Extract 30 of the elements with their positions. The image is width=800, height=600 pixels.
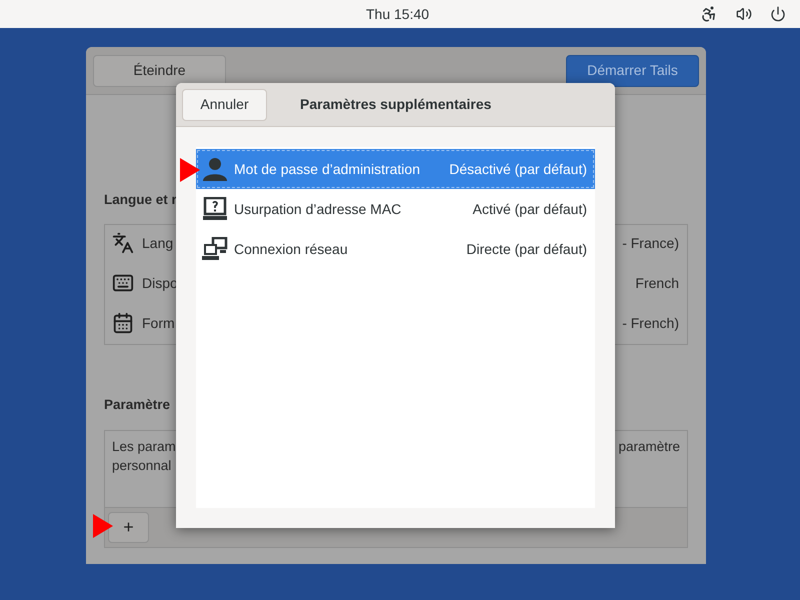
pointer-arrow-icon bbox=[93, 514, 113, 538]
description-text: personnal bbox=[112, 456, 172, 474]
pointer-arrow-icon bbox=[180, 158, 200, 182]
accessibility-icon[interactable] bbox=[700, 5, 718, 23]
shutdown-button[interactable]: Éteindre bbox=[93, 54, 226, 86]
network-computers-icon bbox=[202, 237, 228, 261]
add-button[interactable]: + bbox=[108, 512, 149, 542]
cancel-button[interactable]: Annuler bbox=[182, 88, 267, 120]
section-title: Paramètre bbox=[104, 396, 172, 414]
power-icon[interactable] bbox=[770, 6, 786, 22]
volume-icon[interactable] bbox=[736, 6, 752, 22]
keyboard-icon bbox=[112, 272, 134, 294]
clock[interactable]: Thu 15:40 bbox=[366, 4, 430, 24]
calendar-icon bbox=[112, 312, 134, 334]
setting-value: - French) bbox=[622, 314, 679, 333]
setting-label: Dispo bbox=[142, 274, 178, 293]
section-title: Langue et r bbox=[104, 191, 176, 209]
setting-label: Lang bbox=[142, 234, 174, 253]
setting-row[interactable]: Mot de passe d’administration Désactivé (par défaut) bbox=[196, 149, 595, 189]
setting-row[interactable]: Connexion réseau Directe (par défaut) bbox=[196, 229, 595, 269]
person-icon bbox=[202, 157, 228, 181]
language-icon bbox=[112, 232, 134, 254]
description-text: Les param bbox=[112, 438, 176, 456]
setting-label: Form bbox=[142, 314, 175, 333]
dialog-title: Paramètres supplémentaires bbox=[300, 95, 492, 114]
setting-row[interactable]: Usurpation d’adresse MAC Activé (par défaut) bbox=[196, 189, 595, 229]
setting-value: - France) bbox=[622, 234, 679, 253]
description-text: paramètre bbox=[618, 438, 680, 456]
laptop-question-icon bbox=[202, 197, 228, 221]
setting-value: French bbox=[635, 274, 679, 293]
